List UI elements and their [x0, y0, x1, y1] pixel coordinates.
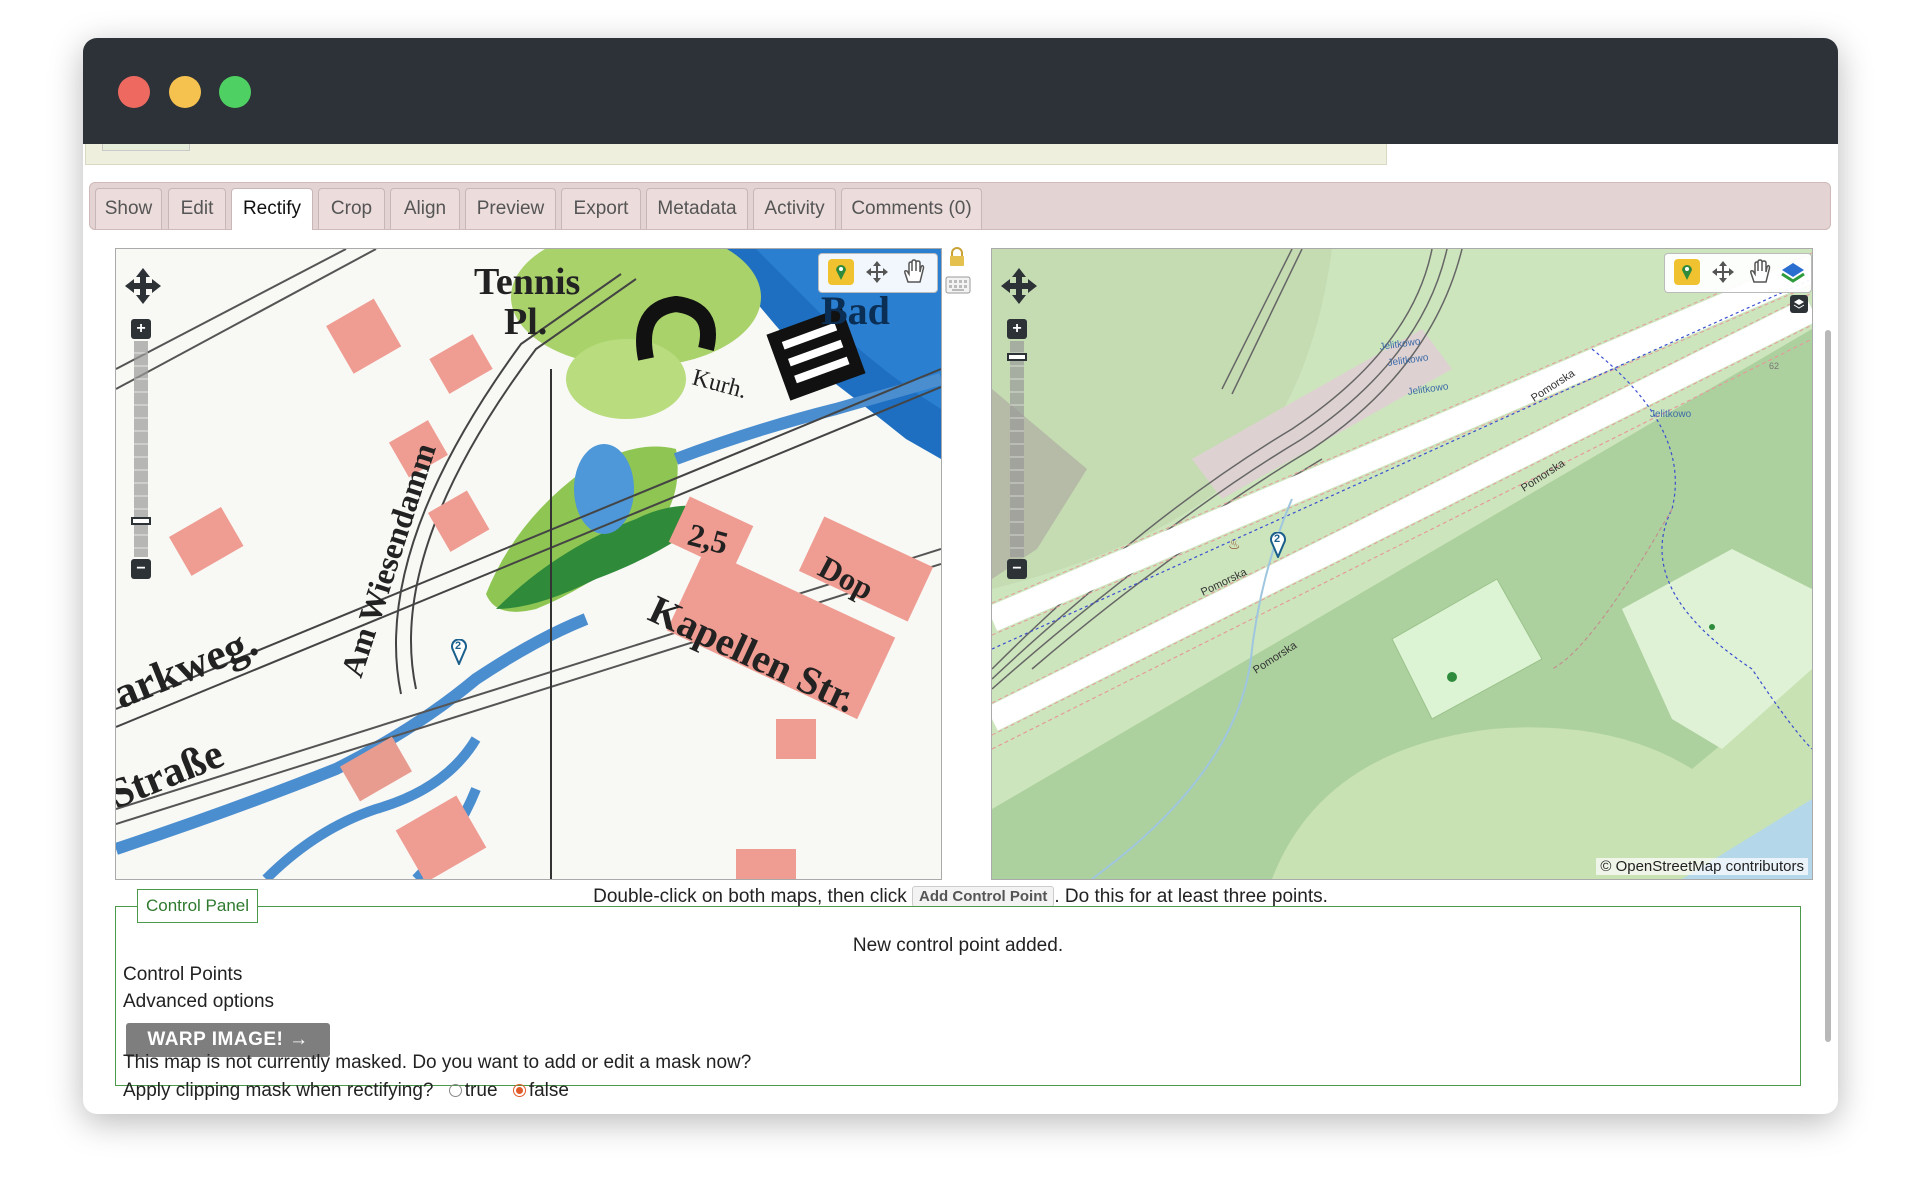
status-message: New control point added. — [852, 935, 1064, 956]
svg-text:♨: ♨ — [1228, 537, 1241, 553]
move-icon[interactable] — [1709, 258, 1737, 286]
radio-false[interactable] — [512, 1084, 526, 1098]
marker-label: 2 — [455, 640, 462, 652]
instructions-before: Double-click on both maps, then click — [593, 886, 907, 907]
clip-mask-row: Apply clipping mask when rectifying? tru… — [123, 1080, 569, 1102]
browser-window: Show Edit Rectify Crop Align Preview Exp… — [83, 38, 1838, 1114]
page-scrollbar[interactable] — [1825, 330, 1831, 1042]
radio-true[interactable] — [448, 1084, 462, 1098]
left-map-tools — [818, 253, 938, 293]
control-panel: Control Panel New control point added. C… — [115, 889, 1801, 1101]
pan-control-icon-osm[interactable] — [1000, 267, 1038, 305]
tab-align[interactable]: Align — [390, 188, 460, 229]
tab-bar: Show Edit Rectify Crop Align Preview Exp… — [89, 182, 1831, 230]
label-bad: Bad — [821, 288, 890, 333]
zoom-out-button-osm[interactable]: − — [1007, 559, 1027, 579]
zoom-handle-osm[interactable] — [1007, 353, 1027, 361]
osm-map-image: Jelitkowo Jelitkowo Jelitkowo Jelitkowo … — [992, 249, 1812, 879]
tab-metadata[interactable]: Metadata — [646, 188, 748, 229]
layers-icon[interactable] — [1779, 258, 1807, 286]
tab-preview[interactable]: Preview — [465, 188, 556, 229]
keyboard-icon[interactable] — [945, 276, 971, 294]
tab-export[interactable]: Export — [561, 188, 641, 229]
zoom-out-button[interactable]: − — [131, 559, 151, 579]
close-window-button[interactable] — [118, 76, 150, 108]
window-titlebar — [83, 38, 1838, 144]
scanned-map-image: Tennis Pl. Bad Am Wiesendamm Kurh. 2,5 D… — [116, 249, 941, 879]
rectify-instructions: Double-click on both maps, then click Ad… — [83, 886, 1838, 908]
zoom-handle[interactable] — [131, 517, 151, 525]
tab-crop[interactable]: Crop — [318, 188, 385, 229]
layer-switcher-icon[interactable] — [1790, 295, 1808, 313]
pan-hand-icon[interactable] — [899, 258, 927, 286]
radio-true-label[interactable]: true — [465, 1080, 498, 1101]
control-point-marker-osm[interactable]: 2 — [1270, 531, 1286, 560]
add-control-point-button[interactable]: Add Control Point — [912, 886, 1055, 908]
reference-map-viewer[interactable]: Jelitkowo Jelitkowo Jelitkowo Jelitkowo … — [991, 248, 1813, 880]
right-map-tools — [1664, 253, 1812, 293]
label-62: 62 — [1769, 361, 1779, 371]
advanced-options-link[interactable]: Advanced options — [123, 991, 274, 1013]
control-panel-legend[interactable]: Control Panel — [137, 889, 259, 923]
zoom-in-button[interactable]: + — [131, 319, 151, 339]
map-attribution: © OpenStreetMap contributors — [1596, 858, 1808, 875]
pan-control-icon[interactable] — [124, 267, 162, 305]
source-map-viewer[interactable]: Tennis Pl. Bad Am Wiesendamm Kurh. 2,5 D… — [115, 248, 942, 880]
label-pl: Pl. — [504, 301, 547, 343]
instructions-after: . Do this for at least three points. — [1054, 886, 1328, 907]
map-header-strip — [85, 144, 1387, 165]
tab-edit[interactable]: Edit — [168, 188, 226, 229]
control-points-link[interactable]: Control Points — [123, 964, 242, 986]
zoom-control[interactable]: + − — [131, 319, 153, 579]
radio-false-label[interactable]: false — [529, 1080, 569, 1101]
tab-rectify[interactable]: Rectify — [231, 188, 313, 230]
maximize-window-button[interactable] — [219, 76, 251, 108]
map-thumbnail[interactable] — [102, 144, 190, 151]
pan-hand-icon[interactable] — [1745, 258, 1773, 286]
control-point-marker[interactable]: 2 — [451, 638, 467, 667]
label-tennis: Tennis — [474, 261, 580, 303]
zoom-track-osm[interactable] — [1010, 341, 1024, 557]
lock-icon[interactable] — [946, 247, 968, 267]
place-point-icon[interactable] — [827, 258, 855, 286]
tab-activity[interactable]: Activity — [753, 188, 836, 229]
zoom-in-button-osm[interactable]: + — [1007, 319, 1027, 339]
marker-label-osm: 2 — [1274, 533, 1281, 545]
zoom-control-osm[interactable]: + − — [1007, 319, 1029, 579]
mask-note: This map is not currently masked. Do you… — [123, 1052, 752, 1073]
clip-question: Apply clipping mask when rectifying? — [123, 1080, 434, 1101]
minimize-window-button[interactable] — [169, 76, 201, 108]
label-jelitkowo-4: Jelitkowo — [1650, 409, 1692, 420]
tab-comments[interactable]: Comments (0) — [841, 188, 982, 229]
place-point-icon[interactable] — [1673, 258, 1701, 286]
tab-show[interactable]: Show — [95, 188, 162, 229]
move-icon[interactable] — [863, 258, 891, 286]
